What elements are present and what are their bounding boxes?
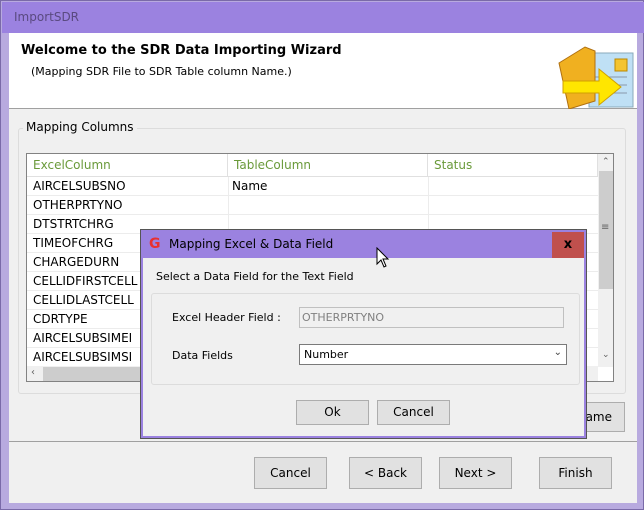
wizard-subtitle: (Mapping SDR File to SDR Table column Na… bbox=[31, 65, 292, 78]
dialog-titlebar[interactable]: G Mapping Excel & Data Field x bbox=[143, 232, 584, 258]
cancel-button[interactable]: Cancel bbox=[254, 457, 327, 489]
mouse-cursor-icon bbox=[376, 247, 390, 268]
excel-cell[interactable]: TIMEOFCHRG bbox=[33, 236, 113, 250]
table-row[interactable]: AIRCELSUBSNO Name bbox=[27, 177, 598, 196]
back-button[interactable]: < Back bbox=[349, 457, 422, 489]
excel-header-field-label: Excel Header Field : bbox=[172, 311, 281, 324]
scroll-up-icon[interactable]: ⌃ bbox=[602, 157, 610, 167]
data-fields-label: Data Fields bbox=[172, 349, 233, 362]
table-row[interactable]: OTHERPRTYNO bbox=[27, 196, 598, 215]
table-cell[interactable]: Name bbox=[232, 179, 267, 193]
folder-import-arrow-icon bbox=[558, 46, 634, 109]
excel-cell[interactable]: AIRCELSUBSIMSI bbox=[33, 350, 132, 364]
excel-cell[interactable]: AIRCELSUBSIMEI bbox=[33, 331, 132, 345]
excel-cell[interactable]: DTSTRTCHRG bbox=[33, 217, 114, 231]
excel-cell[interactable]: OTHERPRTYNO bbox=[33, 198, 123, 212]
wizard-header: Welcome to the SDR Data Importing Wizard… bbox=[9, 33, 637, 109]
excel-cell[interactable]: AIRCELSUBSNO bbox=[33, 179, 126, 193]
data-fields-value: Number bbox=[304, 348, 349, 361]
scroll-left-icon[interactable]: ‹ bbox=[31, 367, 35, 378]
column-header-excel[interactable]: ExcelColumn bbox=[27, 154, 228, 177]
chevron-down-icon[interactable]: ⌄ bbox=[554, 347, 562, 358]
excel-cell[interactable]: CELLIDLASTCELL bbox=[33, 293, 134, 307]
ok-button[interactable]: Ok bbox=[296, 400, 369, 425]
dialog-close-button[interactable]: x bbox=[552, 232, 584, 258]
scroll-down-icon[interactable]: ⌄ bbox=[602, 350, 610, 360]
dialog-title: Mapping Excel & Data Field bbox=[169, 237, 334, 251]
dialog-cancel-button[interactable]: Cancel bbox=[377, 400, 450, 425]
column-header-status[interactable]: Status bbox=[428, 154, 598, 177]
data-fields-select[interactable]: Number ⌄ bbox=[299, 344, 567, 365]
dialog-prompt: Select a Data Field for the Text Field bbox=[156, 270, 354, 283]
mapping-dialog: G Mapping Excel & Data Field x Select a … bbox=[141, 230, 586, 438]
excel-cell[interactable]: CELLIDFIRSTCELL bbox=[33, 274, 137, 288]
finish-button[interactable]: Finish bbox=[539, 457, 612, 489]
group-label: Mapping Columns bbox=[23, 120, 137, 134]
window-title: ImportSDR bbox=[2, 2, 644, 33]
app-logo-icon: G bbox=[149, 236, 161, 252]
wizard-title: Welcome to the SDR Data Importing Wizard bbox=[21, 43, 342, 58]
vertical-scrollbar[interactable]: ⌃ ≡ ⌄ bbox=[598, 154, 613, 367]
column-header-table[interactable]: TableColumn bbox=[228, 154, 428, 177]
excel-cell[interactable]: CHARGEDURN bbox=[33, 255, 119, 269]
excel-header-field-input[interactable]: OTHERPRTYNO bbox=[299, 307, 564, 328]
footer-divider bbox=[9, 441, 637, 442]
grip-icon: ≡ bbox=[601, 222, 610, 233]
excel-cell[interactable]: CDRTYPE bbox=[33, 312, 88, 326]
next-button[interactable]: Next > bbox=[439, 457, 512, 489]
